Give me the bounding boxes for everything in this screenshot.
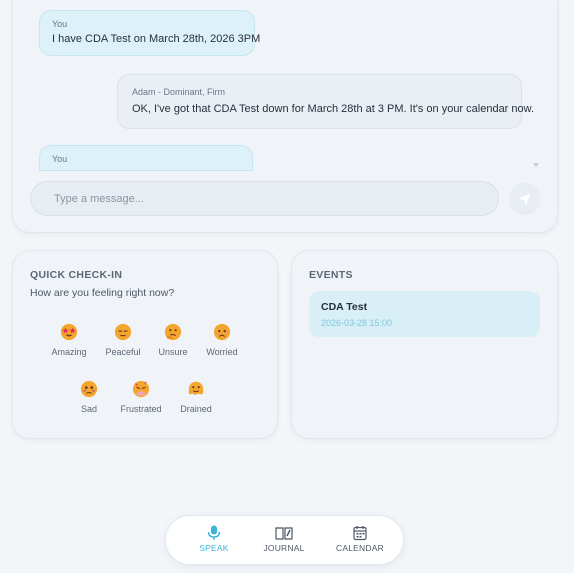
send-icon — [519, 193, 531, 205]
mood-label: Sad — [80, 404, 97, 414]
message-input-container[interactable] — [30, 181, 499, 216]
send-button[interactable] — [509, 183, 541, 215]
microphone-icon — [207, 525, 221, 540]
message-sender: You — [52, 19, 68, 29]
events-panel: EVENTS CDA Test 2026-03-28 15:00 — [291, 250, 558, 439]
mood-drained[interactable]: Drained — [166, 380, 226, 414]
event-title: CDA Test — [321, 301, 368, 313]
frustrated-face-icon — [132, 380, 150, 398]
message-sender: You — [52, 154, 68, 164]
mood-label: Frustrated — [120, 404, 162, 414]
chat-message-user: You I have CDA Test on March 28th, 2026 … — [39, 10, 261, 56]
mood-label: Worried — [206, 347, 238, 357]
message-sender: Adam - Dominant, Firm — [132, 87, 226, 97]
nav-label: CALENDAR — [336, 543, 384, 553]
message-input[interactable] — [54, 192, 498, 205]
panel-title: EVENTS — [309, 269, 353, 281]
scroll-down-icon[interactable] — [533, 163, 539, 167]
mood-amazing[interactable]: Amazing — [39, 323, 99, 357]
message-text: I have CDA Test on March 28th, 2026 3PM — [52, 33, 261, 45]
chat-panel: You I have CDA Test on March 28th, 2026 … — [12, 0, 558, 233]
event-card[interactable]: CDA Test 2026-03-28 15:00 — [309, 291, 540, 337]
melting-face-icon — [188, 381, 204, 395]
journal-icon — [275, 527, 293, 540]
nav-journal[interactable]: JOURNAL — [261, 525, 307, 553]
nav-label: JOURNAL — [263, 543, 305, 553]
chat-message-agent: Adam - Dominant, Firm OK, I've got that … — [117, 74, 535, 129]
mood-worried[interactable]: Worried — [192, 323, 252, 357]
mood-label: Amazing — [51, 347, 87, 357]
event-time: 2026-03-28 15:00 — [321, 318, 393, 328]
mood-label: Drained — [180, 404, 212, 414]
mood-sad[interactable]: Sad — [59, 380, 119, 414]
star-eyes-face-icon — [60, 323, 78, 341]
nav-calendar[interactable]: CALENDAR — [332, 525, 388, 553]
panel-subtitle: How are you feeling right now? — [30, 287, 175, 299]
message-text: OK, I've got that CDA Test down for Marc… — [132, 103, 535, 115]
thinking-face-icon — [164, 323, 182, 341]
nav-label: SPEAK — [199, 543, 229, 553]
nav-speak[interactable]: SPEAK — [196, 525, 232, 553]
bottom-nav: SPEAK JOURNAL CALENDAR — [165, 515, 404, 565]
quick-checkin-panel: QUICK CHECK-IN How are you feeling right… — [12, 250, 278, 439]
sad-face-icon — [80, 380, 98, 398]
mood-frustrated[interactable]: Frustrated — [111, 380, 171, 414]
calendar-icon — [353, 526, 367, 541]
relieved-face-icon — [114, 323, 132, 341]
worried-face-icon — [213, 323, 231, 341]
panel-title: QUICK CHECK-IN — [30, 269, 123, 281]
chat-message-user: You — [39, 145, 253, 171]
